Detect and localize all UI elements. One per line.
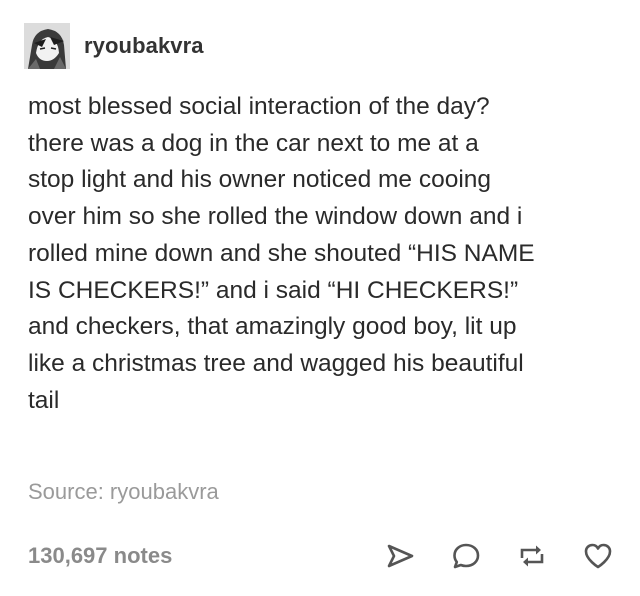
post-header: ryoubakvra bbox=[24, 22, 204, 70]
share-icon bbox=[387, 544, 414, 568]
source-link[interactable]: Source: ryoubakvra bbox=[28, 479, 219, 505]
like-button[interactable] bbox=[580, 538, 616, 574]
reply-button[interactable] bbox=[448, 538, 484, 574]
post-body-line: like a christmas tree and wagged his bea… bbox=[28, 349, 524, 377]
reply-icon bbox=[453, 543, 480, 569]
avatar-image bbox=[24, 23, 70, 69]
post-body-line: IS CHECKERS!” and i said “HI CHECKERS!” bbox=[28, 276, 519, 304]
post-body-line: there was a dog in the car next to me at… bbox=[28, 129, 479, 157]
username[interactable]: ryoubakvra bbox=[84, 33, 204, 59]
post-body: most blessed social interaction of the d… bbox=[28, 89, 626, 419]
share-button[interactable] bbox=[382, 538, 418, 574]
reblog-button[interactable] bbox=[514, 538, 550, 574]
post-body-line: tail bbox=[28, 386, 60, 414]
heart-icon bbox=[584, 543, 612, 569]
post-body-line: rolled mine down and she shouted “HIS NA… bbox=[28, 239, 535, 267]
post-body-line: over him so she rolled the window down a… bbox=[28, 203, 523, 231]
reblog-icon bbox=[520, 545, 544, 567]
post-footer: 130,697 notes bbox=[28, 534, 616, 578]
post-body-line: most blessed social interaction of the d… bbox=[28, 93, 490, 120]
notes-count[interactable]: 130,697 notes bbox=[28, 543, 172, 569]
avatar[interactable] bbox=[24, 23, 70, 69]
post-body-line: stop light and his owner noticed me cooi… bbox=[28, 166, 492, 194]
post-actions bbox=[352, 538, 616, 574]
post-card: ryoubakvra most blessed social interacti… bbox=[0, 0, 640, 596]
post-body-line: and checkers, that amazingly good boy, l… bbox=[28, 313, 517, 341]
